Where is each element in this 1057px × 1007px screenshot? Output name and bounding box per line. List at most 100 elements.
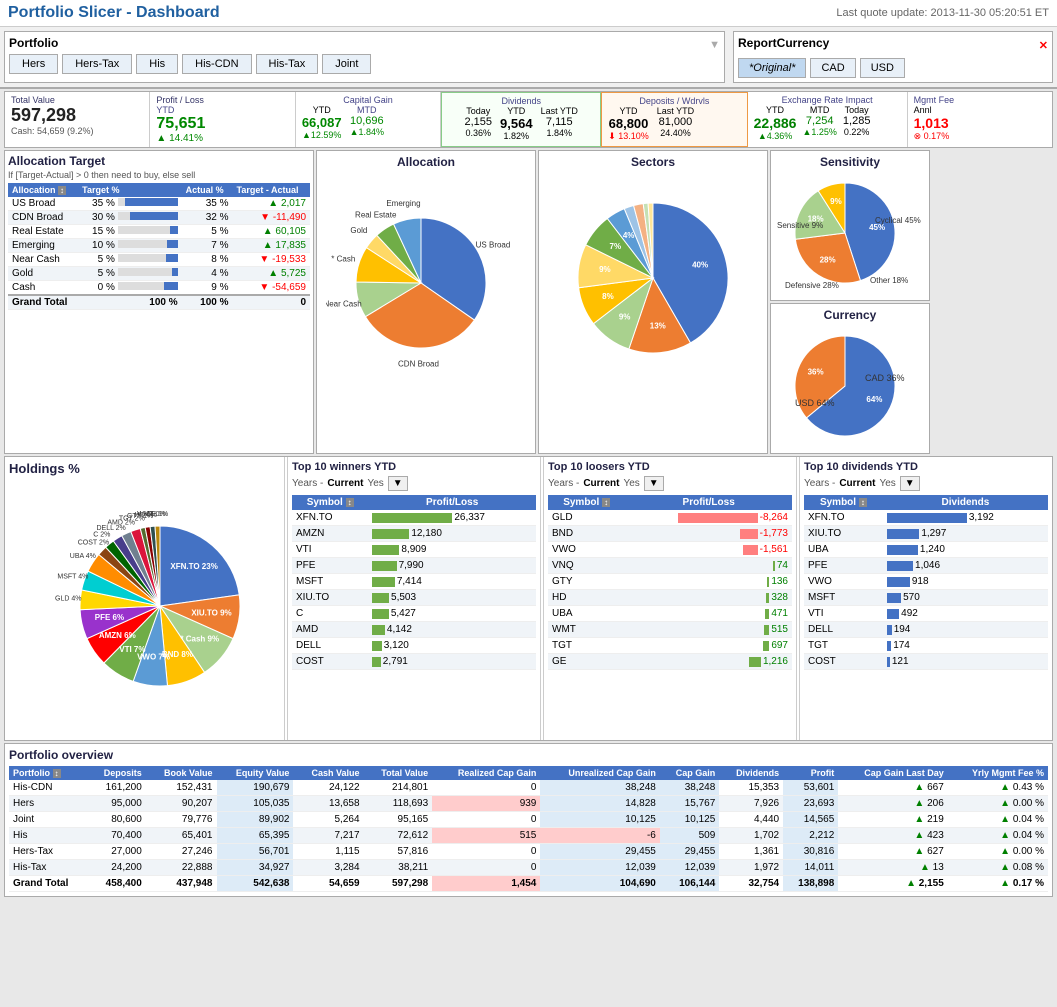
winner-symbol: XIU.TO xyxy=(292,590,368,606)
ov-totalvalue: 95,165 xyxy=(364,812,433,828)
allocation-table: Allocation ↕ Target % Actual % Target - … xyxy=(8,183,310,310)
winner-value: 3,120 xyxy=(368,638,536,654)
svg-text:GLD 4%: GLD 4% xyxy=(55,596,81,603)
alloc-table-row: Near Cash 5 % 8 % ▼ -19,533 xyxy=(8,253,310,267)
div-ytd-pct: 1.82% xyxy=(500,131,533,141)
svg-text:Defensive 28%: Defensive 28% xyxy=(785,281,839,290)
dep-lastyear-pct: 24.40% xyxy=(657,128,694,138)
portfolio-btn-his-cdn[interactable]: His-CDN xyxy=(182,54,251,74)
profit-ytd-label: YTD xyxy=(156,105,204,115)
ov-dividends: 7,926 xyxy=(719,796,783,812)
years-current: Current xyxy=(327,478,363,489)
er-today-pct: 0.22% xyxy=(843,127,871,137)
dividend-value: 174 xyxy=(883,638,1048,654)
losers-filter-dropdown[interactable]: ▼ xyxy=(644,476,664,491)
portfolio-collapse-icon[interactable]: ▼ xyxy=(709,39,720,51)
holdings-pie-panel: Holdings % XFN.TO 23%XIU.TO 9%* Cash 9%B… xyxy=(5,457,285,740)
alloc-row-name: CDN Broad xyxy=(8,211,78,225)
svg-text:8%: 8% xyxy=(602,292,614,301)
svg-text:7%: 7% xyxy=(610,242,622,251)
ov-dividends: 4,440 xyxy=(719,812,783,828)
ov-cglastday: ▲ 667 xyxy=(838,780,947,796)
top-section: Portfolio ▼ Hers Hers-Tax His His-CDN Hi… xyxy=(0,27,1057,89)
alloc-row-actual: 100 % xyxy=(182,295,233,310)
alloc-row-actual: 4 % xyxy=(182,267,233,281)
holdings-pie-title: Holdings % xyxy=(9,461,280,476)
currency-btn-cad[interactable]: CAD xyxy=(810,58,855,78)
ov-totalvalue: 38,211 xyxy=(364,860,433,876)
ov-dividends: 1,702 xyxy=(719,828,783,844)
alloc-row-target: 35 % xyxy=(78,197,182,211)
table-row: GE 1,216 xyxy=(548,654,792,670)
allocation-pie-panel: Allocation US BroadCDN BroadNear Cash* C… xyxy=(316,150,536,454)
overview-table-row: His-Tax 24,200 22,888 34,927 3,284 38,21… xyxy=(9,860,1048,876)
winner-value: 26,337 xyxy=(368,510,536,526)
portfolio-label: Portfolio xyxy=(9,36,58,50)
table-row: AMZN 12,180 xyxy=(292,526,536,542)
ov-cglastday: ▲ 423 xyxy=(838,828,947,844)
ov-profit: 138,898 xyxy=(783,876,838,892)
alloc-row-target: 0 % xyxy=(78,281,182,296)
ov-dividends: 1,361 xyxy=(719,844,783,860)
er-ytd-label: YTD xyxy=(754,105,797,115)
ov-cashvalue: 54,659 xyxy=(293,876,363,892)
ov-deposits: 24,200 xyxy=(88,860,146,876)
ov-totalvalue: 118,693 xyxy=(364,796,433,812)
alloc-row-actual: 7 % xyxy=(182,239,233,253)
ov-portfolio: Joint xyxy=(9,812,88,828)
mgmt-fee-pct: ⊗ 0.17% xyxy=(914,131,1046,142)
portfolio-btn-his[interactable]: His xyxy=(136,54,178,74)
profit-ytd-pct: ▲ 14.41% xyxy=(156,133,288,144)
alloc-row-target: 5 % xyxy=(78,267,182,281)
ov-realizedcg: 515 xyxy=(432,828,540,844)
alloc-row-target: 5 % xyxy=(78,253,182,267)
ov-yrlymgmt: ▲ 0.17 % xyxy=(948,876,1048,892)
currency-btn-usd[interactable]: USD xyxy=(860,58,905,78)
portfolio-btn-hers[interactable]: Hers xyxy=(9,54,58,74)
alloc-row-diff: 0 xyxy=(233,295,310,310)
ov-yrlymgmt: ▲ 0.00 % xyxy=(948,844,1048,860)
portfolio-btn-joint[interactable]: Joint xyxy=(322,54,371,74)
svg-text:VTI 7%: VTI 7% xyxy=(119,645,145,654)
loser-symbol: UBA xyxy=(548,606,625,622)
dividends-filter-dropdown[interactable]: ▼ xyxy=(900,476,920,491)
ov-unrealizedcg: 14,828 xyxy=(540,796,659,812)
dep-ytd-label: YTD xyxy=(608,106,649,116)
overview-table-row: Hers 95,000 90,207 105,035 13,658 118,69… xyxy=(9,796,1048,812)
svg-text:Other 18%: Other 18% xyxy=(870,276,908,285)
sectors-pie-panel: Sectors 40%13%9%8%9%7%4% xyxy=(538,150,768,454)
ov-capgain: 29,455 xyxy=(660,844,719,860)
ov-col-cashvalue: Cash Value xyxy=(293,766,363,780)
ov-cglastday: ▲ 13 xyxy=(838,860,947,876)
svg-text:* Cash: * Cash xyxy=(331,254,355,263)
mgmt-fee-val: 1,013 xyxy=(914,115,1046,131)
svg-text:Sensitive 9%: Sensitive 9% xyxy=(777,221,823,230)
deposits-label: Deposits / Wdrvls xyxy=(608,96,740,106)
winner-value: 2,791 xyxy=(368,654,536,670)
report-currency-close-icon[interactable]: ✕ xyxy=(1039,39,1048,52)
cg-ytd-pct: ▲12.59% xyxy=(302,130,342,140)
ov-bookvalue: 27,246 xyxy=(146,844,217,860)
ov-cashvalue: 1,115 xyxy=(293,844,363,860)
alloc-table-row: Cash 0 % 9 % ▼ -54,659 xyxy=(8,281,310,296)
table-row: XIU.TO 1,297 xyxy=(804,526,1048,542)
header: Portfolio Slicer - Dashboard Last quote … xyxy=(0,0,1057,27)
svg-text:UBA 4%: UBA 4% xyxy=(69,553,95,560)
portfolio-btn-his-tax[interactable]: His-Tax xyxy=(256,54,319,74)
ov-cglastday: ▲ 2,155 xyxy=(838,876,947,892)
ov-cashvalue: 5,264 xyxy=(293,812,363,828)
stat-dividends: Dividends Today 2,155 0.36% YTD 9,564 1.… xyxy=(441,92,601,147)
dividend-value: 492 xyxy=(883,606,1048,622)
ov-bookvalue: 90,207 xyxy=(146,796,217,812)
ov-col-capgain: Cap Gain xyxy=(660,766,719,780)
winner-symbol: AMZN xyxy=(292,526,368,542)
table-row: MSFT 7,414 xyxy=(292,574,536,590)
portfolio-btn-hers-tax[interactable]: Hers-Tax xyxy=(62,54,132,74)
losers-years-label: Years - xyxy=(548,478,579,489)
ov-profit: 53,601 xyxy=(783,780,838,796)
winners-filter-dropdown[interactable]: ▼ xyxy=(388,476,408,491)
ov-cglastday: ▲ 627 xyxy=(838,844,947,860)
currency-btn-original[interactable]: *Original* xyxy=(738,58,806,78)
cg-mtd-label: MTD xyxy=(350,105,384,115)
divs-symbol-col: Symbol ↕ xyxy=(804,495,883,510)
